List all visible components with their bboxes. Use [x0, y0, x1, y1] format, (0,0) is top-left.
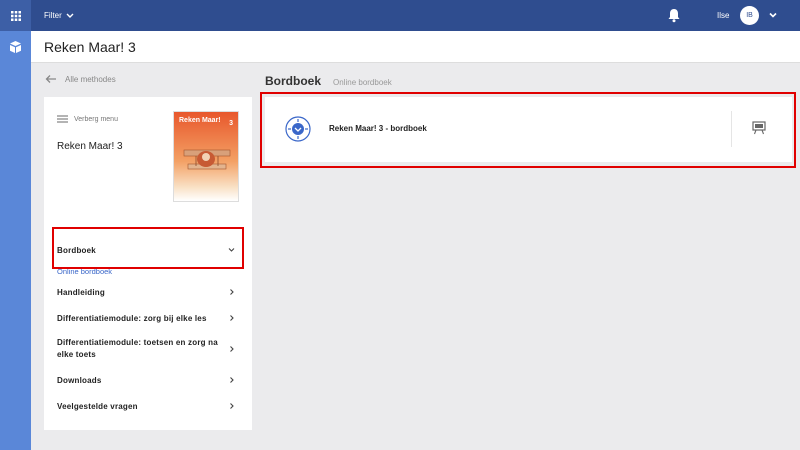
page-title: Reken Maar! 3: [44, 39, 136, 55]
menu-item-label: Veelgestelde vragen: [57, 401, 138, 411]
notification-bell-icon[interactable]: [667, 8, 681, 23]
hide-menu-button[interactable]: Verberg menu: [57, 115, 118, 123]
book-icon: [10, 41, 21, 53]
apps-grid-button[interactable]: [0, 0, 31, 31]
filter-label: Filter: [44, 11, 62, 20]
back-link[interactable]: Alle methodes: [45, 74, 116, 84]
section-heading: Bordboek Online bordboek: [265, 74, 392, 88]
chevron-right-icon: [230, 289, 234, 295]
chevron-right-icon: [230, 315, 234, 321]
menu-item-faq[interactable]: Veelgestelde vragen: [57, 393, 241, 419]
menu-item-label: Differentiatiemodule: toetsen en zorg na…: [57, 338, 218, 359]
highlight-box-bordboek: [52, 227, 244, 269]
methods-nav-button[interactable]: [0, 37, 31, 57]
chevron-right-icon: [230, 403, 234, 409]
cover-grade: 3: [229, 120, 233, 127]
airplane-illustration-icon: [183, 149, 231, 170]
back-link-label: Alle methodes: [65, 74, 116, 84]
username-label: Ilse: [717, 11, 730, 20]
method-title: Reken Maar! 3: [57, 141, 123, 152]
arrow-left-icon: [45, 75, 56, 83]
top-bar: Filter Ilse IB: [31, 0, 800, 31]
user-menu-chevron-icon[interactable]: [768, 10, 778, 20]
page-header: Reken Maar! 3: [31, 31, 800, 63]
avatar[interactable]: IB: [740, 6, 759, 25]
section-subtitle: Online bordboek: [333, 78, 392, 87]
menu-item-label: Differentiatiemodule: zorg bij elke les: [57, 313, 207, 323]
chevron-down-icon: [66, 13, 74, 18]
book-cover-image: Reken Maar! 3: [173, 111, 239, 202]
apps-grid-icon: [10, 10, 21, 21]
left-rail: [0, 0, 31, 450]
chevron-right-icon: [230, 346, 234, 352]
menu-item-differentiatie-les[interactable]: Differentiatiemodule: zorg bij elke les: [57, 305, 241, 331]
menu-item-label: Downloads: [57, 375, 102, 385]
highlight-box-card: [260, 92, 796, 168]
hide-menu-label: Verberg menu: [74, 115, 118, 123]
hamburger-icon: [57, 115, 68, 123]
menu-item-handleiding[interactable]: Handleiding: [57, 279, 241, 305]
menu-item-label: Handleiding: [57, 287, 105, 297]
menu-item-downloads[interactable]: Downloads: [57, 367, 241, 393]
section-title: Bordboek: [265, 74, 322, 88]
menu-item-differentiatie-toets[interactable]: Differentiatiemodule: toetsen en zorg na…: [57, 331, 241, 367]
filter-dropdown[interactable]: Filter: [44, 0, 74, 31]
cover-title: Reken Maar!: [179, 117, 221, 124]
chevron-right-icon: [230, 377, 234, 383]
